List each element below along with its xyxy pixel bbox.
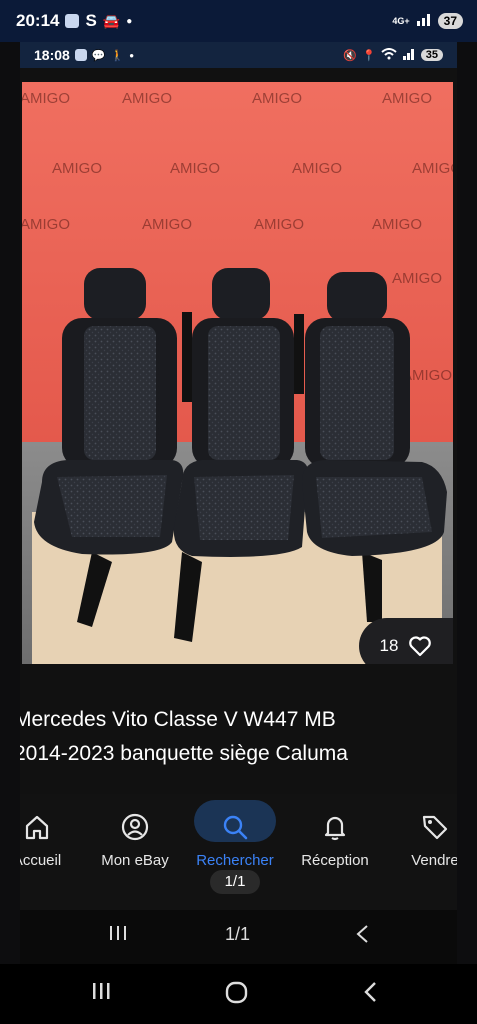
signal-icon <box>416 11 432 31</box>
nav-item-vendre[interactable]: Vendre <box>380 794 457 894</box>
listing-title[interactable]: Mercedes Vito Classe V W447 MB 2014-2023… <box>20 703 457 771</box>
outer-clock: 20:14 <box>16 11 60 30</box>
location-icon: 📍 <box>362 49 376 62</box>
search-icon <box>223 815 248 840</box>
back-button[interactable] <box>355 924 369 949</box>
inner-status-bar: 18:08 💬 🚶 ● 🔇 📍 35 <box>20 42 457 68</box>
listing-title-line1: Mercedes Vito Classe V W447 MB <box>20 708 336 731</box>
inner-system-nav: 1/1 <box>20 910 457 964</box>
recents-button[interactable] <box>90 980 112 1007</box>
page-indicator: 1/1 <box>210 870 260 894</box>
listing-title-line2: 2014-2023 banquette siège Caluma <box>20 742 348 765</box>
signal-icon <box>402 47 416 63</box>
home-icon <box>25 815 49 840</box>
app-notification-icon <box>74 49 87 61</box>
inner-clock: 18:08 <box>34 47 70 63</box>
outer-status-bar: 20:14 S 🚘 ● 4G+ 37 <box>0 0 477 42</box>
listing-photo[interactable]: AMIGO AMIGO AMIGO AMIGO AMIGO AMIGO AMIG… <box>22 82 453 664</box>
back-button[interactable] <box>362 980 378 1009</box>
app-notification-icon <box>65 14 80 28</box>
mute-icon: 🔇 <box>343 49 358 62</box>
battery-level: 37 <box>437 13 463 29</box>
nav-item-reception[interactable]: Réception <box>280 794 390 894</box>
nav-label: Vendre <box>411 852 457 869</box>
tag-icon <box>422 815 448 840</box>
home-button[interactable] <box>224 980 250 1011</box>
nav-item-mon-ebay[interactable]: Mon eBay <box>80 794 190 894</box>
chat-icon: 💬 <box>91 49 106 62</box>
carrier-letter: S <box>85 11 97 30</box>
walk-icon: 🚶 <box>110 49 125 62</box>
nav-label: Mon eBay <box>101 852 169 869</box>
recents-button[interactable] <box>108 924 128 947</box>
bench-seat-image <box>34 268 447 642</box>
screenshot-frame: 18:08 💬 🚶 ● 🔇 📍 35 AMIGO AMIGO AMIGO AMI… <box>20 42 457 964</box>
bottom-navigation: Accueil Mon eBay Rechercher <box>20 794 457 914</box>
like-button[interactable]: 18 <box>359 618 453 664</box>
dot-icon: ● <box>126 15 133 27</box>
user-circle-icon <box>121 813 149 841</box>
nav-label: Réception <box>301 852 369 869</box>
bell-icon <box>324 816 346 841</box>
like-count: 18 <box>379 636 399 655</box>
wifi-icon <box>381 47 397 63</box>
dot-icon: ● <box>129 50 135 60</box>
heart-icon <box>409 636 432 657</box>
battery-level: 35 <box>420 49 443 61</box>
nav-label: Rechercher <box>196 852 274 869</box>
network-label: 4G+ <box>392 16 410 26</box>
car-icon: 🚘 <box>102 12 121 29</box>
inner-page-indicator: 1/1 <box>225 924 251 944</box>
outer-system-nav <box>0 964 477 1024</box>
